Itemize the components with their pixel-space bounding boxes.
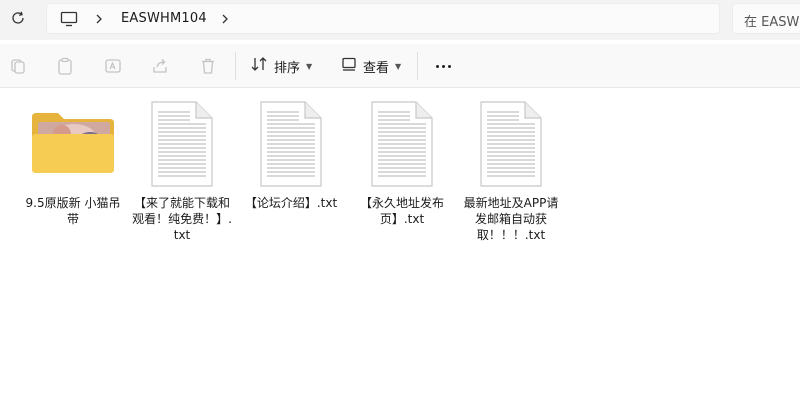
list-item-folder[interactable]: 9.5原版新 小猫吊带 xyxy=(23,97,123,227)
refresh-icon[interactable] xyxy=(6,6,30,30)
list-item-file[interactable]: 【论坛介绍】.txt xyxy=(241,97,341,211)
cut-icon[interactable] xyxy=(8,56,28,76)
search-placeholder: 在 EASWHM104 中搜索 xyxy=(744,15,800,30)
chevron-right-icon[interactable] xyxy=(219,10,231,28)
text-file-icon xyxy=(241,97,341,191)
command-bar: 排序 ▼ 查看 ▼ xyxy=(0,44,800,88)
list-item-file[interactable]: 最新地址及APP请发邮箱自动获取！！！.txt xyxy=(461,97,561,243)
toolbar-divider xyxy=(417,52,418,80)
list-item-file[interactable]: 【来了就能下载和观看！纯免费！】.txt xyxy=(132,97,232,243)
text-file-icon xyxy=(461,97,561,191)
this-pc-icon[interactable] xyxy=(59,9,79,29)
chevron-down-icon: ▼ xyxy=(306,61,313,71)
chevron-right-icon[interactable] xyxy=(93,10,105,28)
folder-icon xyxy=(23,97,123,191)
rename-icon[interactable] xyxy=(103,56,123,76)
file-name: 【来了就能下载和观看！纯免费！】.txt xyxy=(132,196,232,242)
address-bar[interactable]: EASWHM104 xyxy=(46,3,720,34)
sort-icon xyxy=(250,56,268,76)
sort-button[interactable]: 排序 ▼ xyxy=(250,54,312,78)
sort-label: 排序 xyxy=(274,60,301,76)
address-bar-row: EASWHM104 在 EASWHM104 中搜索 xyxy=(0,0,800,40)
view-button[interactable]: 查看 ▼ xyxy=(341,54,401,78)
view-label: 查看 xyxy=(363,60,390,76)
file-list: 9.5原版新 小猫吊带 【来了就能下载和观看！纯免费！】.txt 【论坛介绍】.… xyxy=(0,89,800,403)
file-name: 最新地址及APP请发邮箱自动获取！！！.txt xyxy=(463,196,559,242)
chevron-down-icon: ▼ xyxy=(395,61,402,71)
breadcrumb[interactable]: EASWHM104 xyxy=(121,11,207,26)
paste-icon[interactable] xyxy=(55,56,75,76)
share-icon[interactable] xyxy=(150,56,170,76)
text-file-icon xyxy=(132,97,232,191)
toolbar-divider xyxy=(235,52,236,80)
file-name: 【论坛介绍】.txt xyxy=(244,196,338,210)
list-item-file[interactable]: 【永久地址发布页】.txt xyxy=(352,97,452,227)
more-options-icon[interactable] xyxy=(432,56,454,76)
file-name: 9.5原版新 小猫吊带 xyxy=(25,196,121,226)
text-file-icon xyxy=(352,97,452,191)
view-icon xyxy=(341,56,357,76)
search-input[interactable]: 在 EASWHM104 中搜索 xyxy=(732,3,800,34)
delete-icon[interactable] xyxy=(198,56,218,76)
file-name: 【永久地址发布页】.txt xyxy=(359,196,444,226)
